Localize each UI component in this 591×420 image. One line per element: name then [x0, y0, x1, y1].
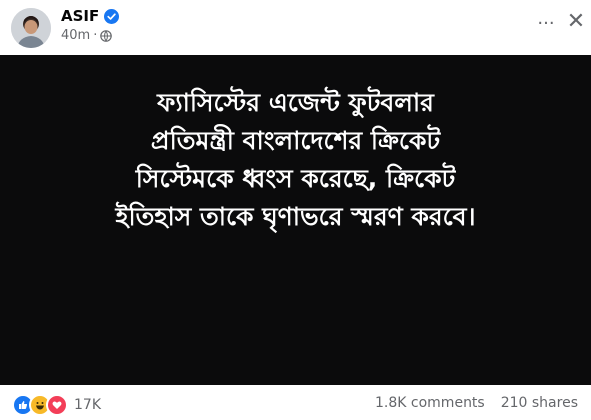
author-name[interactable]: ASIF — [61, 7, 99, 25]
shares-count[interactable]: 210 shares — [501, 395, 578, 411]
avatar-image — [11, 8, 51, 48]
image-text-line: ইতিহাস তাকে ঘৃণাভরে স্মরণ করবে। — [115, 202, 476, 231]
post-image-text: ফ্যাসিস্টের এজেন্ট ফুটবলার প্রতিমন্ত্রী … — [0, 84, 591, 236]
image-text-line: প্রতিমন্ত্রী বাংলাদেশের ক্রিকেট — [150, 126, 441, 155]
more-options-button[interactable]: ··· — [533, 10, 559, 36]
meta-separator: · — [93, 28, 98, 43]
post-footer: 17K 1.8K comments 210 shares — [0, 385, 591, 420]
comments-count[interactable]: 1.8K comments — [375, 395, 485, 411]
verified-badge-icon — [104, 8, 120, 24]
author-avatar[interactable] — [11, 8, 51, 48]
love-icon — [46, 394, 68, 416]
post-header: ASIF 40m · ··· ✕ — [0, 0, 591, 55]
globe-icon — [100, 29, 113, 42]
image-text-line: ফ্যাসিস্টের এজেন্ট ফুটবলার — [157, 88, 434, 117]
reaction-count: 17K — [74, 397, 101, 413]
post-timestamp[interactable]: 40m — [61, 28, 90, 43]
close-icon[interactable]: ✕ — [561, 6, 591, 36]
image-text-line: সিস্টেমকে ধ্বংস করেছে, ক্রিকেট — [135, 164, 456, 193]
reaction-summary[interactable]: 17K — [12, 394, 101, 416]
